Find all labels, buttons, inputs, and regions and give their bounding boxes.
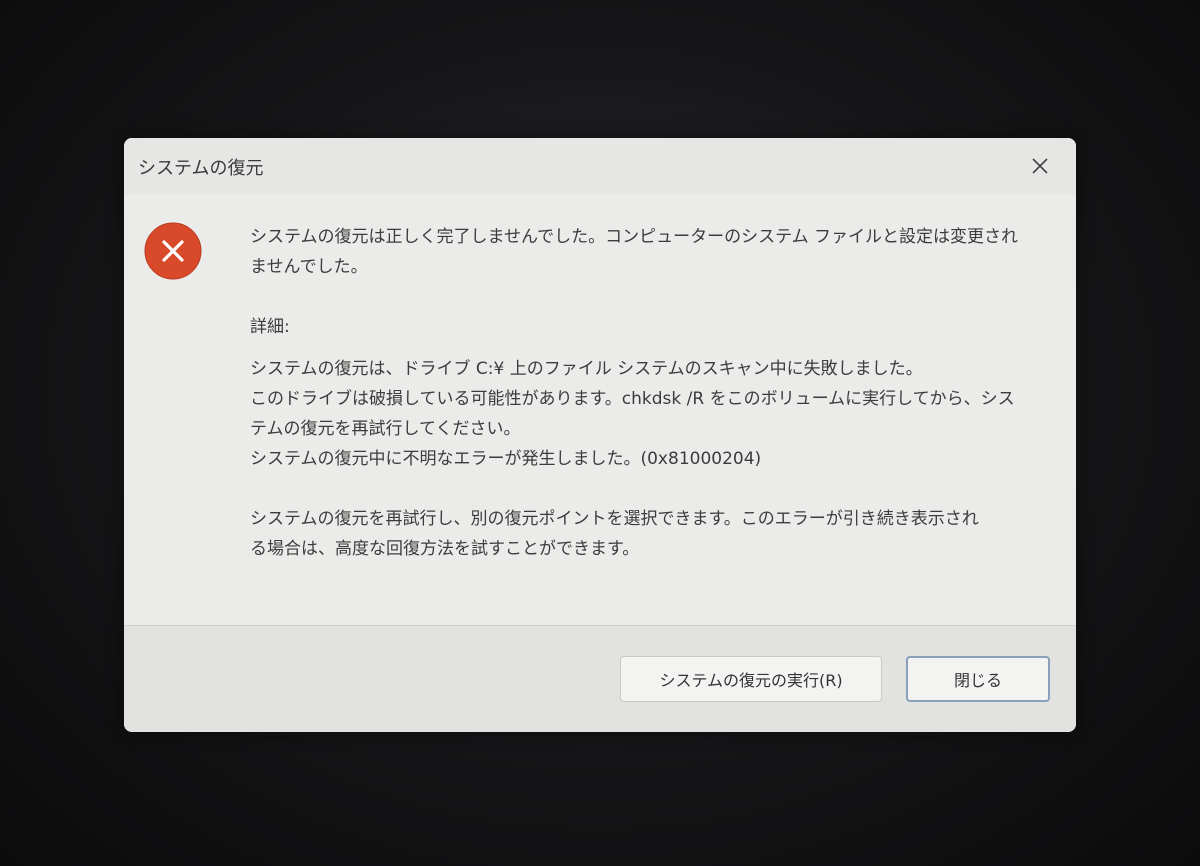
run-system-restore-button[interactable]: システムの復元の実行(R) — [620, 656, 882, 702]
advice-line-2: る場合は、高度な回復方法を試すことができます。 — [250, 539, 640, 559]
close-button[interactable]: 閉じる — [906, 656, 1050, 702]
details-label: 詳細: — [250, 317, 290, 337]
detail-line-4: システムの復元中に不明なエラーが発生しました。(0x81000204) — [250, 449, 762, 469]
title-bar: システムの復元 — [124, 138, 1076, 194]
window-title: システムの復元 — [138, 158, 264, 179]
system-restore-dialog: システムの復元 システムの復元は正しく完了しませんでした。コンピューターのシステ… — [124, 138, 1076, 732]
message-line-1: システムの復元は正しく完了しませんでした。コンピューターのシステム ファイルと設… — [250, 227, 1019, 247]
message-line-2: ませんでした。 — [250, 257, 368, 277]
close-icon — [1032, 158, 1048, 174]
advice-line-1: システムの復元を再試行し、別の復元ポイントを選択できます。このエラーが引き続き表… — [250, 509, 979, 529]
close-window-button[interactable] — [1018, 148, 1062, 184]
message-content: システムの復元は正しく完了しませんでした。コンピューターのシステム ファイルと設… — [250, 222, 1058, 564]
dialog-footer: システムの復元の実行(R) 閉じる — [124, 625, 1076, 732]
detail-line-3: テムの復元を再試行してください。 — [250, 419, 521, 439]
detail-line-2: このドライブは破損している可能性があります。chkdsk /R をこのボリューム… — [250, 389, 1015, 409]
error-x-icon — [144, 222, 202, 280]
detail-line-1: システムの復元は、ドライブ C:¥ 上のファイル システムのスキャン中に失敗しま… — [250, 359, 923, 379]
